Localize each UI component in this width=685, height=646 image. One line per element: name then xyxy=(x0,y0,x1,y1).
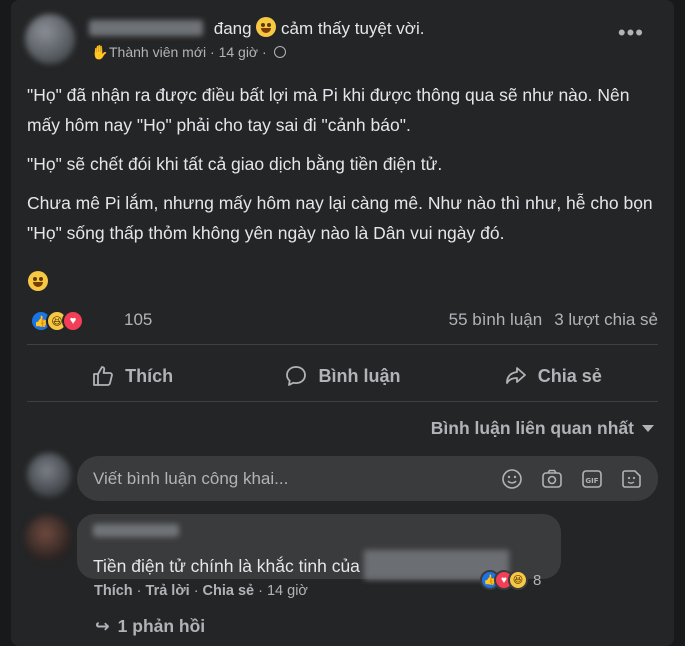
post-paragraph: "Họ" sẽ chết đói khi tất cả giao dịch bằ… xyxy=(27,154,443,174)
comment-reply-link[interactable]: Trả lời xyxy=(146,583,190,599)
post-meta: ✋Thành viên mới · 14 giờ · xyxy=(91,44,286,61)
commenter-name-redacted[interactable] xyxy=(93,524,179,537)
current-user-avatar[interactable] xyxy=(27,453,71,497)
sort-label: Bình luận liên quan nhất xyxy=(430,418,634,438)
divider xyxy=(27,344,658,345)
comment-label: Bình luận xyxy=(318,365,401,386)
meta-separator: · xyxy=(262,44,267,60)
reaction-count[interactable]: 105 xyxy=(124,310,152,330)
sticker-icon[interactable] xyxy=(620,467,644,491)
comment-share-link[interactable]: Chia sẻ xyxy=(203,583,255,599)
replies-label: 1 phản hồi xyxy=(117,616,206,636)
caret-down-icon xyxy=(642,425,654,432)
comment-reactions[interactable]: 👍 ♥ 😆 8 xyxy=(480,570,541,590)
member-badge[interactable]: Thành viên mới xyxy=(109,44,206,60)
camera-icon[interactable] xyxy=(540,467,564,491)
comment-reaction-count: 8 xyxy=(533,571,542,589)
post-time[interactable]: 14 giờ xyxy=(219,44,259,60)
svg-text:GIF: GIF xyxy=(585,477,598,485)
comment-composer: GIF xyxy=(77,456,658,501)
thumbs-up-icon xyxy=(93,366,114,386)
composer-icons: GIF xyxy=(500,467,644,491)
author-name-redacted[interactable] xyxy=(89,20,203,36)
love-reaction-icon: ♥ xyxy=(62,310,84,332)
view-replies-link[interactable]: ↪ 1 phản hồi xyxy=(95,616,205,637)
reply-arrow-icon: ↪ xyxy=(95,616,110,636)
shares-count[interactable]: 3 lượt chia sẻ xyxy=(554,310,658,329)
author-status: đang xyxy=(213,19,252,38)
gif-icon[interactable]: GIF xyxy=(580,467,604,491)
share-arrow-icon xyxy=(505,367,526,384)
comment-text-content: Tiền điện tử chính là khắc tinh của xyxy=(93,556,360,576)
post-card: đang cảm thấy tuyệt vời. ✋Thành viên mới… xyxy=(11,0,674,646)
comments-count[interactable]: 55 bình luận xyxy=(449,310,543,329)
wave-hand-icon: ✋ xyxy=(91,44,109,60)
feeling-text: cảm thấy tuyệt vời. xyxy=(281,19,425,38)
commenter-avatar[interactable] xyxy=(25,515,71,561)
comment-actions: Thích · Trả lời · Chia sẻ · 14 giờ xyxy=(94,583,308,599)
comment-button[interactable]: Bình luận xyxy=(237,352,447,400)
more-options-icon[interactable]: ••• xyxy=(618,22,644,44)
grinning-emoji-icon xyxy=(256,17,277,37)
comment-input[interactable] xyxy=(93,456,493,501)
post-header: đang cảm thấy tuyệt vời. xyxy=(89,17,424,39)
dot-separator: · xyxy=(258,583,263,599)
dot-separator: · xyxy=(193,583,199,599)
like-button[interactable]: Thích xyxy=(27,352,237,400)
post-stats: 55 bình luận 3 lượt chia sẻ xyxy=(449,310,658,330)
comment-text: Tiền điện tử chính là khắc tinh của xyxy=(93,550,509,580)
divider xyxy=(27,401,658,402)
reaction-icons[interactable]: 👍 😆 ♥ xyxy=(30,309,84,333)
smiley-icon[interactable] xyxy=(500,467,524,491)
haha-reaction-icon: 😆 xyxy=(508,570,528,590)
post-paragraph: "Họ" đã nhận ra được điều bất lợi mà Pi … xyxy=(27,85,630,135)
post-actions: Thích Bình luận Chia sẻ xyxy=(27,352,658,400)
comment-like-link[interactable]: Thích xyxy=(94,583,133,599)
like-label: Thích xyxy=(125,365,174,386)
share-label: Chia sẻ xyxy=(537,365,602,386)
globe-icon xyxy=(273,46,286,58)
comment-sort-dropdown[interactable]: Bình luận liên quan nhất xyxy=(431,418,654,439)
comment-time[interactable]: 14 giờ xyxy=(267,583,308,599)
post-body: "Họ" đã nhận ra được điều bất lợi mà Pi … xyxy=(27,80,667,257)
post-paragraph: Chưa mê Pi lắm, nhưng mấy hôm nay lại cà… xyxy=(27,193,653,243)
dot-separator: · xyxy=(136,583,142,599)
meta-separator: · xyxy=(210,44,215,60)
share-button[interactable]: Chia sẻ xyxy=(448,352,658,400)
smiley-emoji-icon xyxy=(28,271,48,291)
speech-bubble-icon xyxy=(286,366,307,386)
author-avatar[interactable] xyxy=(25,14,75,64)
